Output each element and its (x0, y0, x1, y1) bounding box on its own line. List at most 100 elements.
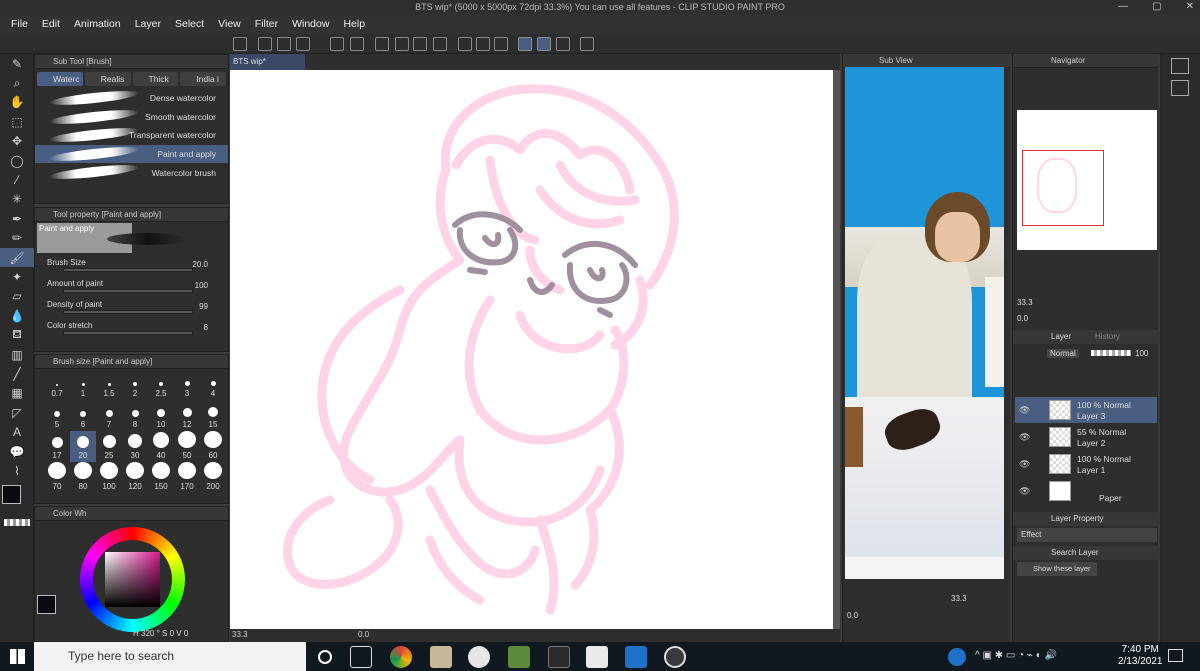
menu-layer[interactable]: Layer (135, 18, 161, 30)
pen-tool-icon[interactable]: ✎ (0, 54, 34, 73)
open-file-icon[interactable] (277, 37, 291, 51)
layer-opacity[interactable]: 100 (1135, 349, 1148, 358)
menu-edit[interactable]: Edit (42, 18, 60, 30)
eye-icon[interactable]: 👁 (1019, 486, 1030, 497)
gradient-icon[interactable]: ▥ (0, 345, 34, 364)
ruler-icon[interactable]: ◸ (0, 403, 34, 422)
prop-value[interactable]: 20.0 (192, 260, 208, 269)
search-layer-select[interactable]: Show these layer (1017, 562, 1097, 576)
move-icon[interactable]: ✥ (0, 132, 34, 151)
undo-icon[interactable] (330, 37, 344, 51)
close-icon[interactable]: ✕ (1186, 0, 1194, 14)
brush-size-option[interactable]: 12 (174, 400, 200, 431)
brush-size-option[interactable]: 15 (200, 400, 226, 431)
menu-animation[interactable]: Animation (74, 18, 121, 30)
brush-size-option[interactable]: 170 (174, 462, 200, 493)
brush-size-option[interactable]: 20 (70, 431, 96, 462)
deselect-icon[interactable] (458, 37, 472, 51)
brush-size-option[interactable]: 200 (200, 462, 226, 493)
brush-size-option[interactable]: 150 (148, 462, 174, 493)
snap-ruler-icon[interactable] (518, 37, 532, 51)
new-file-icon[interactable] (258, 37, 272, 51)
save-icon[interactable] (296, 37, 310, 51)
menu-view[interactable]: View (218, 18, 241, 30)
brush-size-option[interactable]: 40 (148, 431, 174, 462)
main-color-swatch[interactable] (2, 484, 21, 504)
brush-item-watercolor[interactable]: Watercolor brush (35, 162, 228, 183)
clock[interactable]: 7:40 PM 2/13/2021 (1118, 644, 1163, 668)
brush-size-option[interactable]: 17 (44, 431, 70, 462)
navigator-preview[interactable] (1017, 110, 1157, 250)
clip-studio-icon[interactable] (468, 646, 490, 668)
prop-amount-of-paint[interactable]: Amount of paint 100 (35, 277, 228, 298)
prop-density-of-paint[interactable]: Density of paint 99 (35, 298, 228, 319)
blend-mode-select[interactable]: Normal (1047, 349, 1079, 358)
invert-selection-icon[interactable] (476, 37, 490, 51)
operation-icon[interactable]: ⬚ (0, 112, 34, 131)
brush-size-option[interactable]: 3 (174, 369, 200, 400)
camera-icon[interactable] (1171, 80, 1189, 96)
redo-icon[interactable] (350, 37, 364, 51)
brush-item-transparent[interactable]: Transparent watercolor (35, 125, 228, 145)
menu-file[interactable]: File (11, 18, 28, 30)
brush-size-option[interactable]: 6 (70, 400, 96, 431)
snap-special-ruler-icon[interactable] (537, 37, 551, 51)
eraser-icon[interactable]: ▱ (0, 287, 34, 306)
brush-size-option[interactable]: 70 (44, 462, 70, 493)
decoration-icon[interactable]: ✦ (0, 267, 34, 286)
blend-icon[interactable]: 💧 (0, 306, 34, 325)
transform-icon[interactable] (433, 37, 447, 51)
eye-icon[interactable]: 👁 (1019, 459, 1030, 470)
brush-size-option[interactable]: 2 (122, 369, 148, 400)
brush-size-option[interactable]: 100 (96, 462, 122, 493)
menu-filter[interactable]: Filter (255, 18, 278, 30)
fill-bucket-icon[interactable]: ⛾ (0, 325, 34, 344)
mail-icon[interactable] (625, 646, 647, 668)
explorer-icon[interactable] (548, 646, 570, 668)
saturation-value-square[interactable] (105, 552, 160, 607)
taskbar-search[interactable]: Type here to search (34, 642, 306, 671)
notifications-icon[interactable] (1168, 649, 1183, 662)
brush-size-option[interactable]: 8 (122, 400, 148, 431)
show-selection-icon[interactable] (494, 37, 508, 51)
prop-value[interactable]: 8 (204, 323, 208, 332)
pencil-icon[interactable]: ✏ (0, 229, 34, 248)
brush-item-paint-and-apply[interactable]: Paint and apply (35, 144, 228, 164)
brush-size-option[interactable]: 25 (96, 431, 122, 462)
task-view-icon[interactable] (350, 646, 372, 668)
brush-size-option[interactable]: 4 (200, 369, 226, 400)
help-icon[interactable] (948, 648, 966, 666)
prop-color-stretch[interactable]: Color stretch 8 (35, 319, 228, 340)
opacity-slider[interactable] (1091, 350, 1131, 356)
tab-layer[interactable]: Layer (1051, 330, 1071, 344)
brush-size-option[interactable]: 60 (200, 431, 226, 462)
snap-grid-icon[interactable] (556, 37, 570, 51)
effect-field[interactable]: Effect (1017, 528, 1157, 542)
hue-ring[interactable] (80, 527, 185, 632)
canvas-paper[interactable] (230, 70, 833, 629)
brush-size-option[interactable]: 120 (122, 462, 148, 493)
hand-icon[interactable]: ✋ (0, 93, 34, 112)
material-icon[interactable] (1171, 58, 1189, 74)
layer-row[interactable]: 👁 Paper (1015, 478, 1157, 504)
correct-line-icon[interactable]: ⌇ (0, 461, 34, 480)
main-color-swatch-small[interactable] (37, 595, 56, 614)
canvas-tab[interactable]: BTS wip* (230, 54, 305, 70)
subview-zoom[interactable]: 33.3 (951, 594, 967, 603)
clear-icon[interactable] (375, 37, 389, 51)
layer-row[interactable]: 👁 100 % Normal Layer 1 (1015, 451, 1157, 477)
brush-size-option[interactable]: 1 (70, 369, 96, 400)
layer-row[interactable]: 👁 55 % Normal Layer 2 (1015, 424, 1157, 450)
subview-angle[interactable]: 0.0 (847, 611, 858, 620)
tab-thick[interactable]: Thick (132, 72, 179, 86)
minecraft-icon[interactable] (508, 646, 530, 668)
settings-icon[interactable] (580, 37, 594, 51)
figure-icon[interactable]: ╱ (0, 364, 34, 383)
zoom-icon[interactable]: ⌕ (0, 73, 34, 92)
home-icon[interactable] (233, 37, 247, 51)
clear-outside-icon[interactable] (395, 37, 409, 51)
store-icon[interactable] (586, 646, 608, 668)
text-icon[interactable]: A (0, 422, 34, 441)
brush-size-option[interactable]: 5 (44, 400, 70, 431)
balloon-icon[interactable]: 💬 (0, 442, 34, 461)
